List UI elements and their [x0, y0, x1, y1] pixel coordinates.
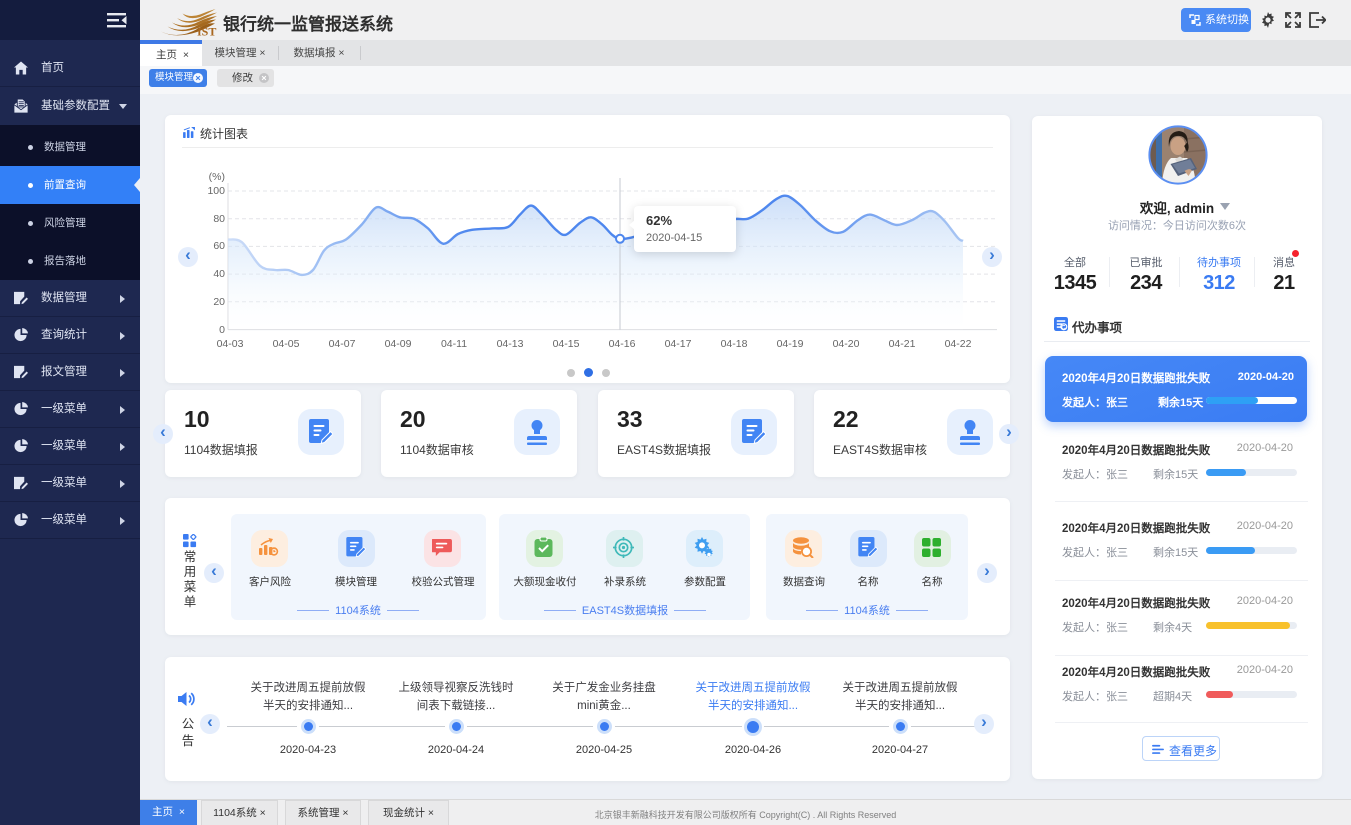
svg-text:IST: IST — [197, 25, 216, 37]
